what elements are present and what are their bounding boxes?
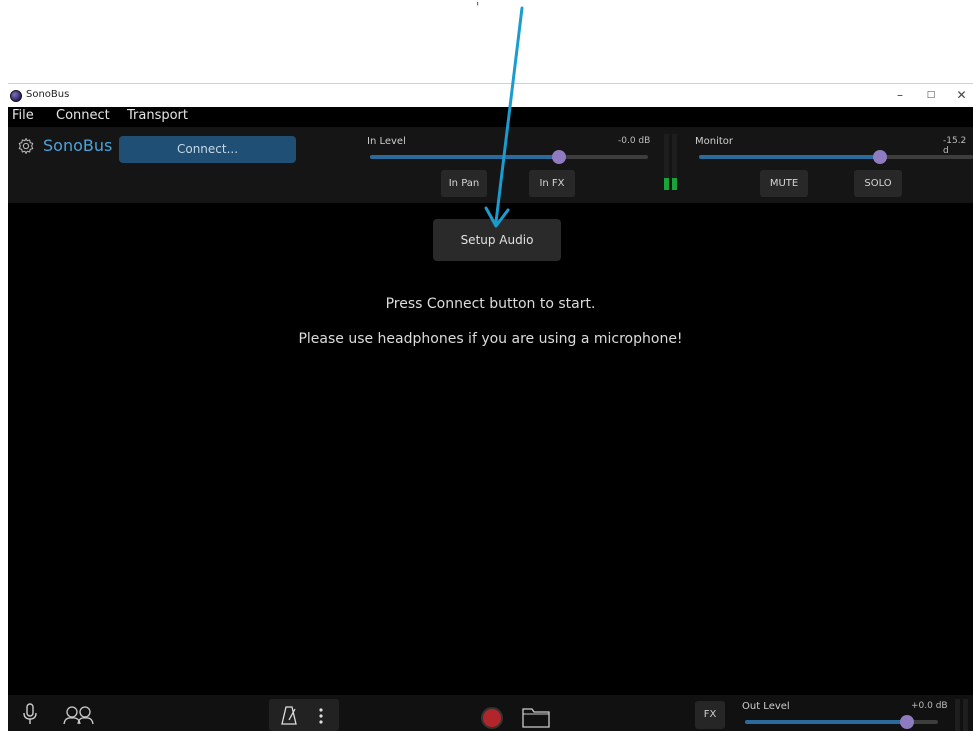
in-level-value: -0.0 dB	[618, 136, 651, 146]
app-logo-icon	[10, 90, 22, 102]
page: { "window": { "title": "SonoBus" }, "men…	[0, 0, 973, 731]
people-icon[interactable]	[61, 705, 99, 725]
in-level-fill	[370, 155, 560, 159]
gear-icon[interactable]	[17, 137, 35, 155]
in-level-thumb[interactable]	[552, 150, 567, 164]
output-meter-left	[955, 699, 960, 731]
main-area: Setup Audio Press Connect button to star…	[8, 203, 973, 695]
title-bar: SonoBus – □ ✕	[8, 83, 973, 107]
out-level-value: +0.0 dB	[911, 701, 948, 711]
out-level-thumb[interactable]	[900, 715, 915, 729]
sonobus-window: SonoBus – □ ✕ File Connect Transport Son…	[8, 83, 973, 731]
out-level-label: Out Level	[742, 701, 790, 712]
setup-audio-button[interactable]: Setup Audio	[433, 219, 561, 261]
close-icon[interactable]: ✕	[950, 86, 973, 104]
in-fx-button[interactable]: In FX	[529, 170, 575, 197]
monitor-fill	[699, 155, 880, 159]
out-level-slider[interactable]	[745, 715, 938, 729]
folder-icon[interactable]	[522, 706, 550, 728]
out-level-fill	[745, 720, 908, 724]
connect-message: Press Connect button to start.	[385, 296, 596, 312]
monitor-value: -15.2 d	[943, 136, 967, 156]
headphones-message: Please use headphones if you are using a…	[298, 331, 683, 347]
menu-file[interactable]: File	[12, 108, 34, 123]
in-level-label: In Level	[367, 136, 406, 147]
menu-connect[interactable]: Connect	[56, 108, 110, 123]
input-meter-right	[672, 134, 677, 190]
connect-button[interactable]: Connect...	[119, 136, 296, 163]
input-meter-left-fill	[664, 177, 669, 190]
minimize-icon[interactable]: –	[885, 86, 915, 104]
maximize-icon[interactable]: □	[916, 86, 946, 104]
metronome-controls	[269, 699, 339, 731]
brand-label: SonoBus	[43, 136, 113, 155]
in-pan-button[interactable]: In Pan	[441, 170, 487, 197]
bottom-bar: FX Out Level +0.0 dB	[8, 695, 973, 731]
monitor-thumb[interactable]	[872, 150, 887, 164]
window-title: SonoBus	[26, 89, 70, 100]
solo-button[interactable]: SOLO	[854, 170, 902, 197]
mute-button[interactable]: MUTE	[760, 170, 808, 197]
annotation-text-fragment: '	[476, 0, 480, 14]
metronome-icon[interactable]	[281, 706, 297, 725]
monitor-label: Monitor	[695, 136, 734, 147]
top-control-bar: SonoBus Connect... In Level -0.0 dB In P…	[8, 127, 973, 203]
in-level-slider[interactable]	[370, 150, 648, 164]
monitor-slider[interactable]	[699, 150, 973, 164]
menu-transport[interactable]: Transport	[127, 108, 188, 123]
input-meter-right-fill	[672, 177, 677, 190]
microphone-icon[interactable]	[22, 703, 38, 725]
more-vertical-icon[interactable]	[318, 707, 324, 725]
output-meter-right	[963, 699, 968, 731]
input-meter-left	[664, 134, 669, 190]
menu-bar: File Connect Transport	[8, 107, 973, 127]
record-icon[interactable]	[481, 707, 503, 729]
fx-button[interactable]: FX	[695, 701, 725, 729]
